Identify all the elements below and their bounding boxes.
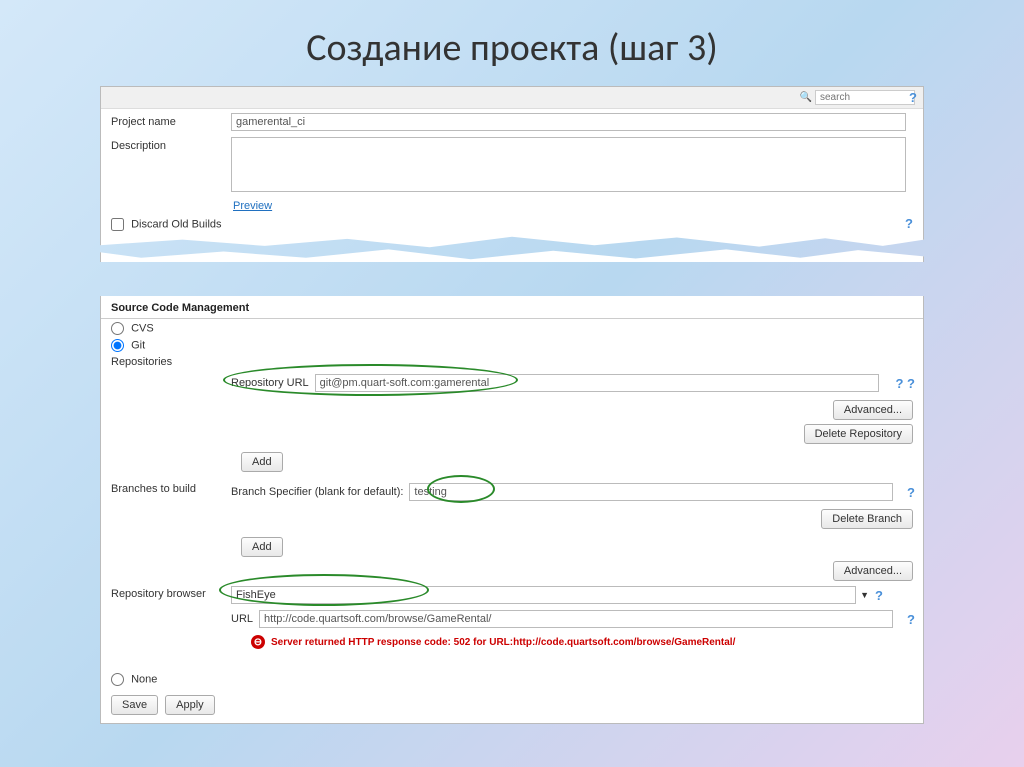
scm-cvs-label: CVS (131, 322, 154, 334)
error-icon: ⊖ (251, 635, 265, 649)
scm-git-radio[interactable] (111, 339, 124, 352)
browser-label: Repository browser (111, 585, 231, 600)
chevron-down-icon: ▼ (860, 590, 869, 600)
repo-url-label: Repository URL (231, 377, 309, 389)
slide-title: Создание проекта (шаг 3) (0, 0, 1024, 86)
repo-url-row: Repository URL ? ? (231, 372, 913, 394)
browser-url-row: URL ? (231, 608, 913, 630)
error-row: ⊖ Server returned HTTP response code: 50… (101, 632, 923, 652)
search-bar: 🔍 ? (101, 87, 923, 109)
scm-cvs-row: CVS (101, 319, 923, 336)
delete-repo-button[interactable]: Delete Repository (804, 424, 913, 444)
repositories-label: Repositories (111, 353, 231, 368)
repo-url-input[interactable] (315, 374, 879, 392)
help-icon[interactable]: ? (907, 612, 915, 627)
advanced-buttons: Advanced... (101, 561, 923, 585)
project-name-row: Project name (101, 109, 923, 133)
search-input[interactable] (815, 90, 915, 105)
help-icon[interactable]: ? (907, 485, 915, 500)
save-button[interactable]: Save (111, 695, 158, 715)
branch-buttons: Delete Branch (101, 505, 923, 533)
scm-panel: Source Code Management CVS Git Repositor… (100, 296, 924, 724)
branch-spec-input[interactable] (409, 483, 893, 501)
branch-spec-label: Branch Specifier (blank for default): (231, 486, 403, 498)
description-row: Description (101, 133, 923, 197)
scm-none-radio[interactable] (111, 673, 124, 686)
repositories-row: Repositories (101, 353, 923, 370)
project-name-input[interactable] (231, 113, 906, 131)
discard-label: Discard Old Builds (131, 218, 221, 230)
error-text: Server returned HTTP response code: 502 … (271, 637, 513, 648)
scm-git-row: Git (101, 336, 923, 353)
help-icon[interactable]: ? (875, 588, 883, 603)
torn-edge (100, 248, 924, 262)
add-repo-button[interactable]: Add (241, 452, 283, 472)
help-icon[interactable]: ? (905, 216, 913, 231)
scm-cvs-radio[interactable] (111, 322, 124, 335)
advanced-button[interactable]: Advanced... (833, 400, 913, 420)
scm-git-label: Git (131, 339, 145, 351)
search-icon: 🔍 (800, 92, 812, 103)
add-branch-button[interactable]: Add (241, 537, 283, 557)
browser-select-row: FishEye ▼ ? (231, 584, 923, 606)
project-name-label: Project name (111, 113, 231, 128)
bottom-actions: Save Apply (101, 687, 923, 723)
error-url-link[interactable]: http://code.quartsoft.com/browse/GameRen… (513, 637, 735, 648)
top-panel: 🔍 ? Project name Description Preview Dis… (100, 86, 924, 235)
scm-none-row: None (101, 670, 923, 687)
help-icon[interactable]: ? ? (896, 376, 916, 391)
scm-header: Source Code Management (101, 296, 923, 319)
torn-edge (100, 234, 924, 248)
browser-select[interactable]: FishEye (231, 586, 856, 604)
discard-checkbox[interactable] (111, 218, 124, 231)
branch-spec-row: Branch Specifier (blank for default): ? (231, 481, 913, 503)
description-textarea[interactable] (231, 137, 906, 192)
discard-row: Discard Old Builds ? (101, 214, 923, 235)
branches-label: Branches to build (111, 480, 231, 495)
apply-button[interactable]: Apply (165, 695, 215, 715)
scm-none-label: None (131, 673, 157, 685)
advanced-button[interactable]: Advanced... (833, 561, 913, 581)
preview-link[interactable]: Preview (233, 200, 272, 212)
help-icon[interactable]: ? (909, 90, 917, 105)
delete-branch-button[interactable]: Delete Branch (821, 509, 913, 529)
browser-url-label: URL (231, 613, 253, 625)
repo-buttons: Advanced... Delete Repository (101, 396, 923, 448)
browser-url-input[interactable] (259, 610, 893, 628)
description-label: Description (111, 137, 231, 152)
